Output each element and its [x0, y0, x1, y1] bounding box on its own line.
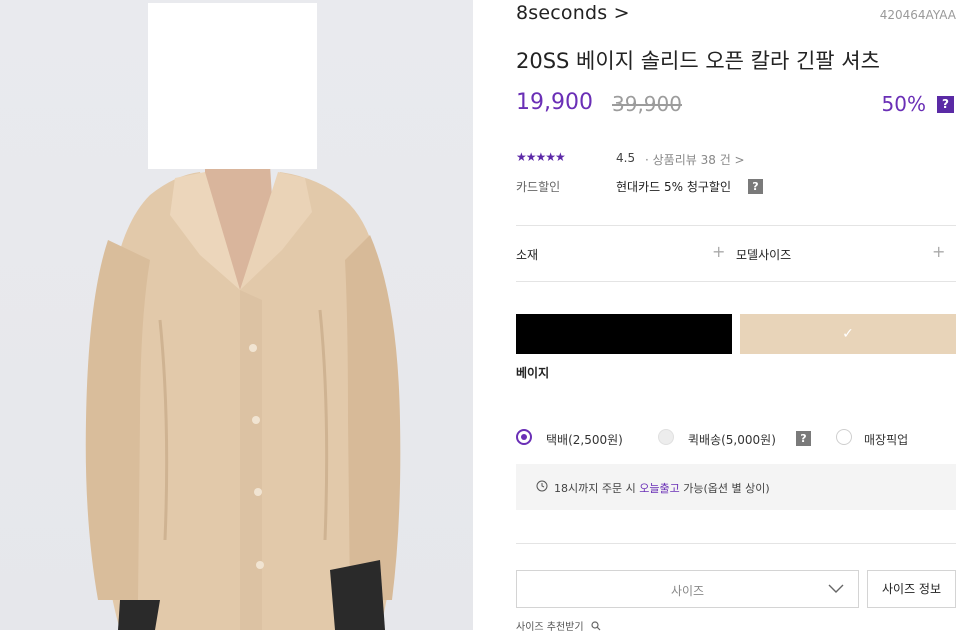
product-info-panel: 8seconds > 420464AYAA 20SS 베이지 솔리드 오픈 칼라…	[516, 0, 956, 633]
card-help-icon[interactable]: ?	[748, 179, 763, 194]
sale-price: 19,900	[516, 90, 593, 115]
today-ship-link[interactable]: 오늘출고	[639, 482, 679, 495]
model-size-accordion[interactable]: 모델사이즈	[736, 246, 791, 263]
card-discount-value: 현대카드 5% 청구할인	[616, 180, 731, 194]
shipping-label-quick[interactable]: 퀵배송(5,000원)	[688, 431, 776, 448]
color-swatch-black[interactable]	[516, 314, 732, 354]
size-recommend-label: 사이즈 추천받기	[516, 622, 584, 633]
shipping-radio-pickup[interactable]	[836, 429, 852, 445]
material-accordion[interactable]: 소재	[516, 246, 538, 263]
rating-value: 4.5	[616, 151, 636, 165]
discount-rate: 50%	[881, 92, 926, 116]
product-title: 20SS 베이지 솔리드 오픈 칼라 긴팔 셔츠	[516, 49, 880, 73]
selected-color-name: 베이지	[516, 366, 550, 380]
material-plus-icon[interactable]: +	[712, 242, 725, 261]
divider	[516, 281, 956, 282]
notice-post: 가능(옵션 별 상이)	[679, 482, 770, 495]
clock-icon	[536, 480, 548, 492]
original-price: 39,900	[612, 92, 682, 116]
divider	[516, 225, 956, 226]
shipping-radio-quick[interactable]	[658, 429, 674, 445]
check-icon: ✓	[842, 326, 854, 342]
brand-link[interactable]: 8seconds >	[516, 2, 630, 24]
price-help-icon[interactable]: ?	[937, 96, 954, 113]
face-mask	[148, 3, 317, 169]
quick-help-icon[interactable]: ?	[796, 431, 811, 446]
model-size-plus-icon[interactable]: +	[932, 242, 945, 261]
size-select[interactable]: 사이즈	[516, 570, 859, 608]
product-sku: 420464AYAA	[879, 8, 956, 22]
shipping-label-delivery[interactable]: 택배(2,500원)	[546, 431, 623, 448]
notice-pre: 18시까지 주문 시	[554, 482, 640, 495]
review-count-link[interactable]: · 상품리뷰 38 건 >	[645, 151, 745, 168]
shipping-notice: 18시까지 주문 시 오늘출고 가능(옵션 별 상이)	[516, 464, 956, 510]
color-swatch-beige[interactable]: ✓	[740, 314, 956, 354]
size-info-button[interactable]: 사이즈 정보	[867, 570, 956, 608]
rating-stars-icon: ★★★★★	[516, 150, 566, 164]
divider	[516, 543, 956, 544]
card-discount-label: 카드할인	[516, 180, 561, 194]
chevron-down-icon	[828, 584, 844, 593]
size-select-placeholder: 사이즈	[670, 584, 705, 598]
product-image[interactable]	[0, 0, 473, 630]
shipping-label-pickup[interactable]: 매장픽업	[864, 431, 908, 448]
notice-text: 18시까지 주문 시 오늘출고 가능(옵션 별 상이)	[554, 480, 770, 496]
shipping-radio-delivery[interactable]	[516, 429, 532, 445]
size-recommend-link[interactable]: 사이즈 추천받기	[516, 618, 601, 633]
